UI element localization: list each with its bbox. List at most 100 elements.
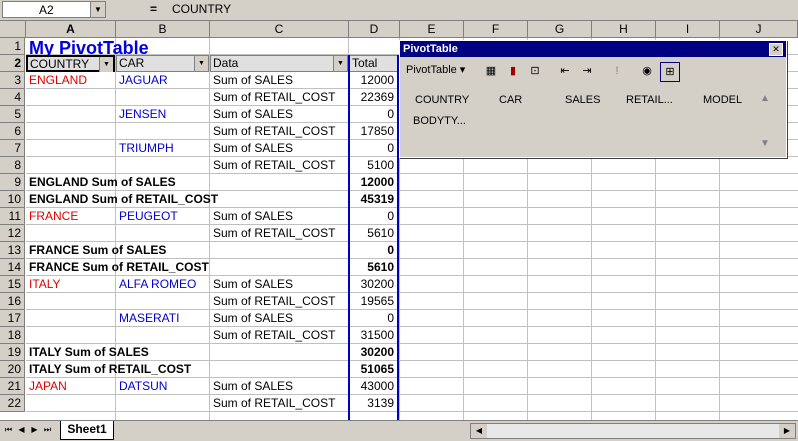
first-sheet-icon[interactable]: ⏮ [3,424,14,436]
value-cell[interactable]: 5610 [349,225,397,242]
car-cell[interactable] [116,225,209,242]
car-cell[interactable] [116,89,209,106]
car-cell[interactable]: DATSUN [116,378,209,395]
car-cell[interactable] [116,293,209,310]
country-cell[interactable] [26,140,115,157]
row-header-19[interactable]: 19 [0,344,25,361]
field-button-country[interactable]: COUNTRY [415,94,469,106]
pivottable-toolbar[interactable]: PivotTable ✕ PivotTable ▾ ▦ ▮ ⊡ ⇤ ⇥ ! ◉ … [399,40,787,158]
data-label-cell[interactable]: Sum of RETAIL_COST [210,89,348,106]
formula-input[interactable]: COUNTRY [172,2,231,16]
row-header-17[interactable]: 17 [0,310,25,327]
subtotal-label[interactable]: FRANCE Sum of RETAIL_COST [26,259,346,276]
car-cell[interactable]: ALFA ROMEO [116,276,209,293]
data-label-cell[interactable]: Sum of SALES [210,208,348,225]
data-label-cell[interactable]: Sum of SALES [210,106,348,123]
row-header-21[interactable]: 21 [0,378,25,395]
row-header-22[interactable]: 22 [0,395,25,412]
data-label-cell[interactable]: Sum of SALES [210,140,348,157]
subtotal-value[interactable]: 0 [349,242,397,259]
country-cell[interactable] [26,89,115,106]
row-header-5[interactable]: 5 [0,106,25,123]
refresh-data-icon[interactable]: ! [608,62,626,80]
column-header-b[interactable]: B [116,21,210,38]
row-header-12[interactable]: 12 [0,225,25,242]
subtotal-value[interactable]: 30200 [349,344,397,361]
horizontal-scrollbar[interactable]: ◀ ▶ [470,423,796,439]
column-header-c[interactable]: C [210,21,349,38]
row-header-3[interactable]: 3 [0,72,25,89]
hide-detail-icon[interactable]: ⇤ [556,62,574,80]
close-icon[interactable]: ✕ [769,43,783,56]
name-box[interactable]: A2 ▼ [2,1,106,18]
column-header-h[interactable]: H [592,21,656,38]
car-cell[interactable]: JENSEN [116,106,209,123]
field-list-icon[interactable]: ⊞ [660,62,680,82]
country-cell[interactable]: FRANCE [26,208,115,225]
dropdown-arrow-icon[interactable]: ▼ [333,56,347,71]
next-sheet-icon[interactable]: ▶ [29,424,40,436]
value-cell[interactable]: 17850 [349,123,397,140]
row-header-20[interactable]: 20 [0,361,25,378]
data-label-cell[interactable]: Sum of RETAIL_COST [210,157,348,174]
subtotal-value[interactable]: 12000 [349,174,397,191]
car-cell[interactable] [116,157,209,174]
country-cell[interactable] [26,225,115,242]
subtotal-value[interactable]: 5610 [349,259,397,276]
car-cell[interactable]: MASERATI [116,310,209,327]
name-box-dropdown-icon[interactable]: ▼ [90,2,105,17]
column-header-g[interactable]: G [528,21,592,38]
subtotal-value[interactable]: 51065 [349,361,397,378]
field-button-car[interactable]: CAR [499,94,522,106]
country-cell[interactable] [26,106,115,123]
field-settings-icon[interactable]: ◉ [638,62,656,80]
data-label-cell[interactable]: Sum of RETAIL_COST [210,327,348,344]
country-cell[interactable] [26,395,115,412]
country-cell[interactable] [26,293,115,310]
column-header-i[interactable]: I [656,21,720,38]
data-label-cell[interactable]: Sum of RETAIL_COST [210,123,348,140]
column-header-e[interactable]: E [400,21,464,38]
last-sheet-icon[interactable]: ⏭ [42,424,53,436]
row-header-8[interactable]: 8 [0,157,25,174]
row-header-15[interactable]: 15 [0,276,25,293]
scroll-left-icon[interactable]: ◀ [471,424,487,438]
prev-sheet-icon[interactable]: ◀ [16,424,27,436]
row-header-4[interactable]: 4 [0,89,25,106]
data-label-cell[interactable]: Sum of SALES [210,378,348,395]
value-cell[interactable]: 0 [349,140,397,157]
value-cell[interactable]: 22369 [349,89,397,106]
row-header-13[interactable]: 13 [0,242,25,259]
format-report-icon[interactable]: ▦ [482,62,500,80]
value-cell[interactable]: 5100 [349,157,397,174]
value-cell[interactable]: 3139 [349,395,397,412]
data-label-cell[interactable]: Sum of SALES [210,72,348,89]
data-label-cell[interactable]: Sum of RETAIL_COST [210,395,348,412]
data-label-cell[interactable]: Sum of SALES [210,310,348,327]
subtotal-label[interactable]: FRANCE Sum of SALES [26,242,346,259]
data-label-cell[interactable]: Sum of RETAIL_COST [210,293,348,310]
country-cell[interactable]: ITALY [26,276,115,293]
country-cell[interactable]: JAPAN [26,378,115,395]
value-cell[interactable]: 12000 [349,72,397,89]
car-cell[interactable] [116,327,209,344]
scroll-down-icon[interactable]: ▼ [760,138,770,149]
field-button-model[interactable]: MODEL [703,94,742,106]
value-cell[interactable]: 19565 [349,293,397,310]
row-header-18[interactable]: 18 [0,327,25,344]
pivottable-menu-button[interactable]: PivotTable ▾ [406,63,465,76]
formula-equals[interactable]: = [150,2,157,16]
field-button-sales[interactable]: SALES [565,94,600,106]
field-button-retail[interactable]: RETAIL... [626,94,673,106]
car-cell[interactable] [116,395,209,412]
dropdown-arrow-icon[interactable]: ▼ [99,57,113,72]
show-detail-icon[interactable]: ⇥ [578,62,596,80]
car-cell[interactable] [116,123,209,140]
chart-wizard-icon[interactable]: ▮ [504,62,522,80]
subtotal-label[interactable]: ITALY Sum of SALES [26,344,346,361]
row-field-country[interactable]: COUNTRY ▼ [26,55,115,72]
country-cell[interactable] [26,310,115,327]
country-cell[interactable] [26,327,115,344]
row-header-16[interactable]: 16 [0,293,25,310]
row-header-9[interactable]: 9 [0,174,25,191]
